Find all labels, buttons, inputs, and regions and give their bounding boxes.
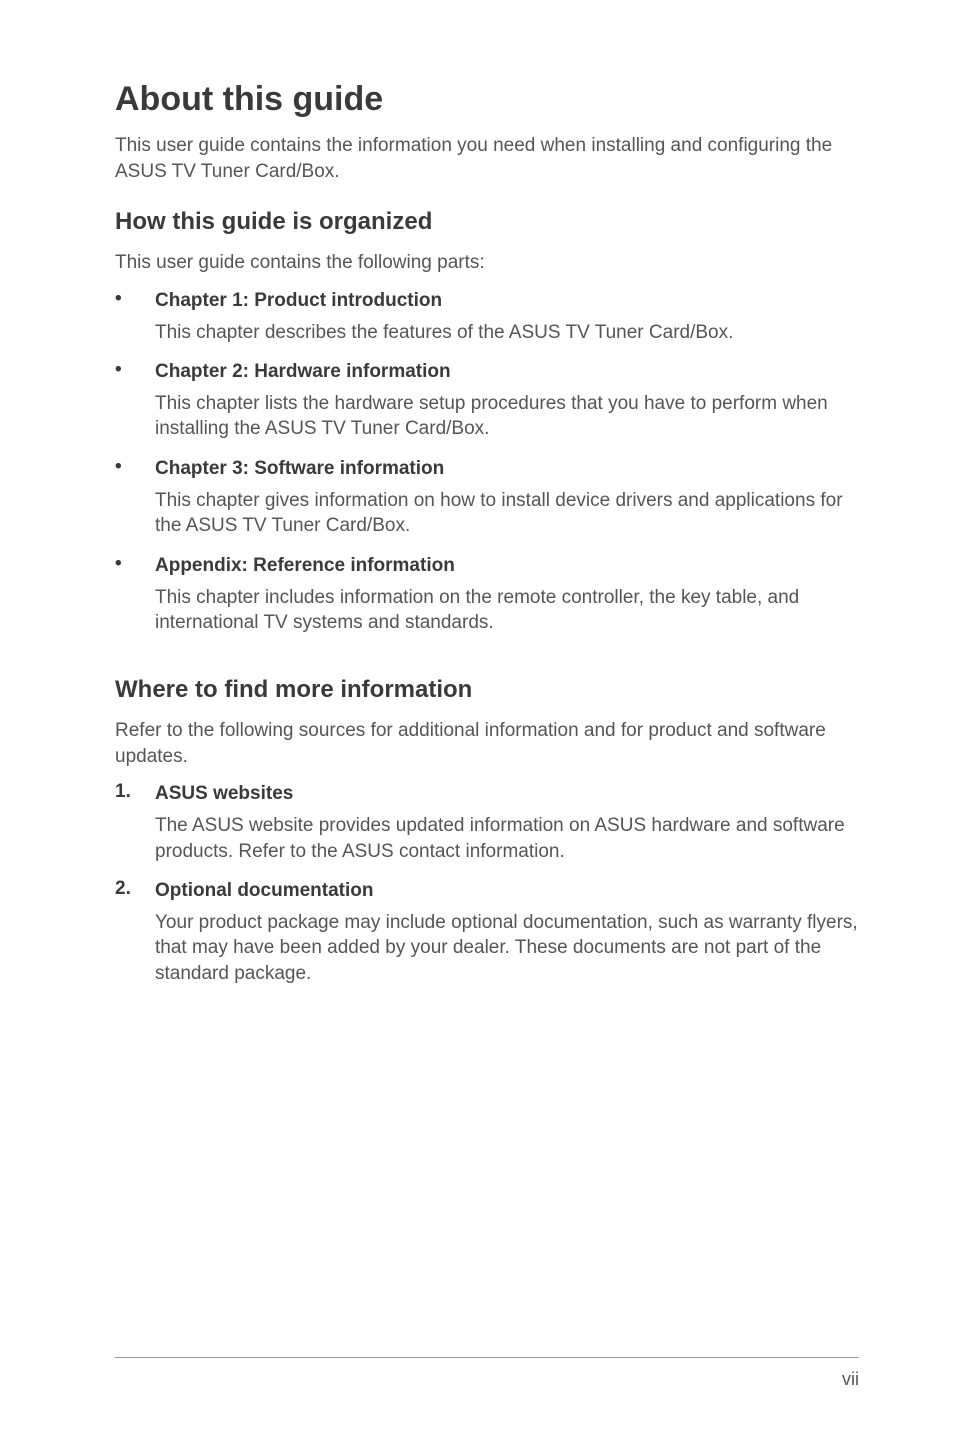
chapter-body: This chapter lists the hardware setup pr… bbox=[155, 391, 859, 442]
moreinfo-lead: Refer to the following sources for addit… bbox=[115, 718, 859, 769]
chapter-title: Chapter 2: Hardware information bbox=[155, 359, 451, 385]
chapter-title: Chapter 3: Software information bbox=[155, 456, 444, 482]
chapter-title: Appendix: Reference information bbox=[155, 553, 455, 579]
list-number: 2. bbox=[115, 878, 155, 904]
bullet-icon: • bbox=[115, 288, 155, 314]
bullet-icon: • bbox=[115, 553, 155, 579]
chapter-body: This chapter describes the features of t… bbox=[155, 320, 859, 346]
footer-divider bbox=[115, 1357, 859, 1358]
list-item: • Chapter 3: Software information bbox=[115, 456, 859, 482]
list-item: • Chapter 2: Hardware information bbox=[115, 359, 859, 385]
list-item: 1. ASUS websites bbox=[115, 781, 859, 807]
list-item: 2. Optional documentation bbox=[115, 878, 859, 904]
list-number: 1. bbox=[115, 781, 155, 807]
info-title: ASUS websites bbox=[155, 781, 293, 807]
list-item: • Appendix: Reference information bbox=[115, 553, 859, 579]
chapter-body: This chapter gives information on how to… bbox=[155, 488, 859, 539]
intro-text: This user guide contains the information… bbox=[115, 133, 859, 184]
page-title: About this guide bbox=[115, 80, 859, 119]
info-body: Your product package may include optiona… bbox=[155, 910, 859, 987]
info-title: Optional documentation bbox=[155, 878, 374, 904]
moreinfo-heading: Where to find more information bbox=[115, 676, 859, 704]
page-number: vii bbox=[842, 1369, 859, 1390]
organized-lead: This user guide contains the following p… bbox=[115, 250, 859, 276]
bullet-icon: • bbox=[115, 359, 155, 385]
chapter-title: Chapter 1: Product introduction bbox=[155, 288, 442, 314]
list-item: • Chapter 1: Product introduction bbox=[115, 288, 859, 314]
chapter-body: This chapter includes information on the… bbox=[155, 585, 859, 636]
organized-heading: How this guide is organized bbox=[115, 208, 859, 236]
info-body: The ASUS website provides updated inform… bbox=[155, 813, 859, 864]
bullet-icon: • bbox=[115, 456, 155, 482]
